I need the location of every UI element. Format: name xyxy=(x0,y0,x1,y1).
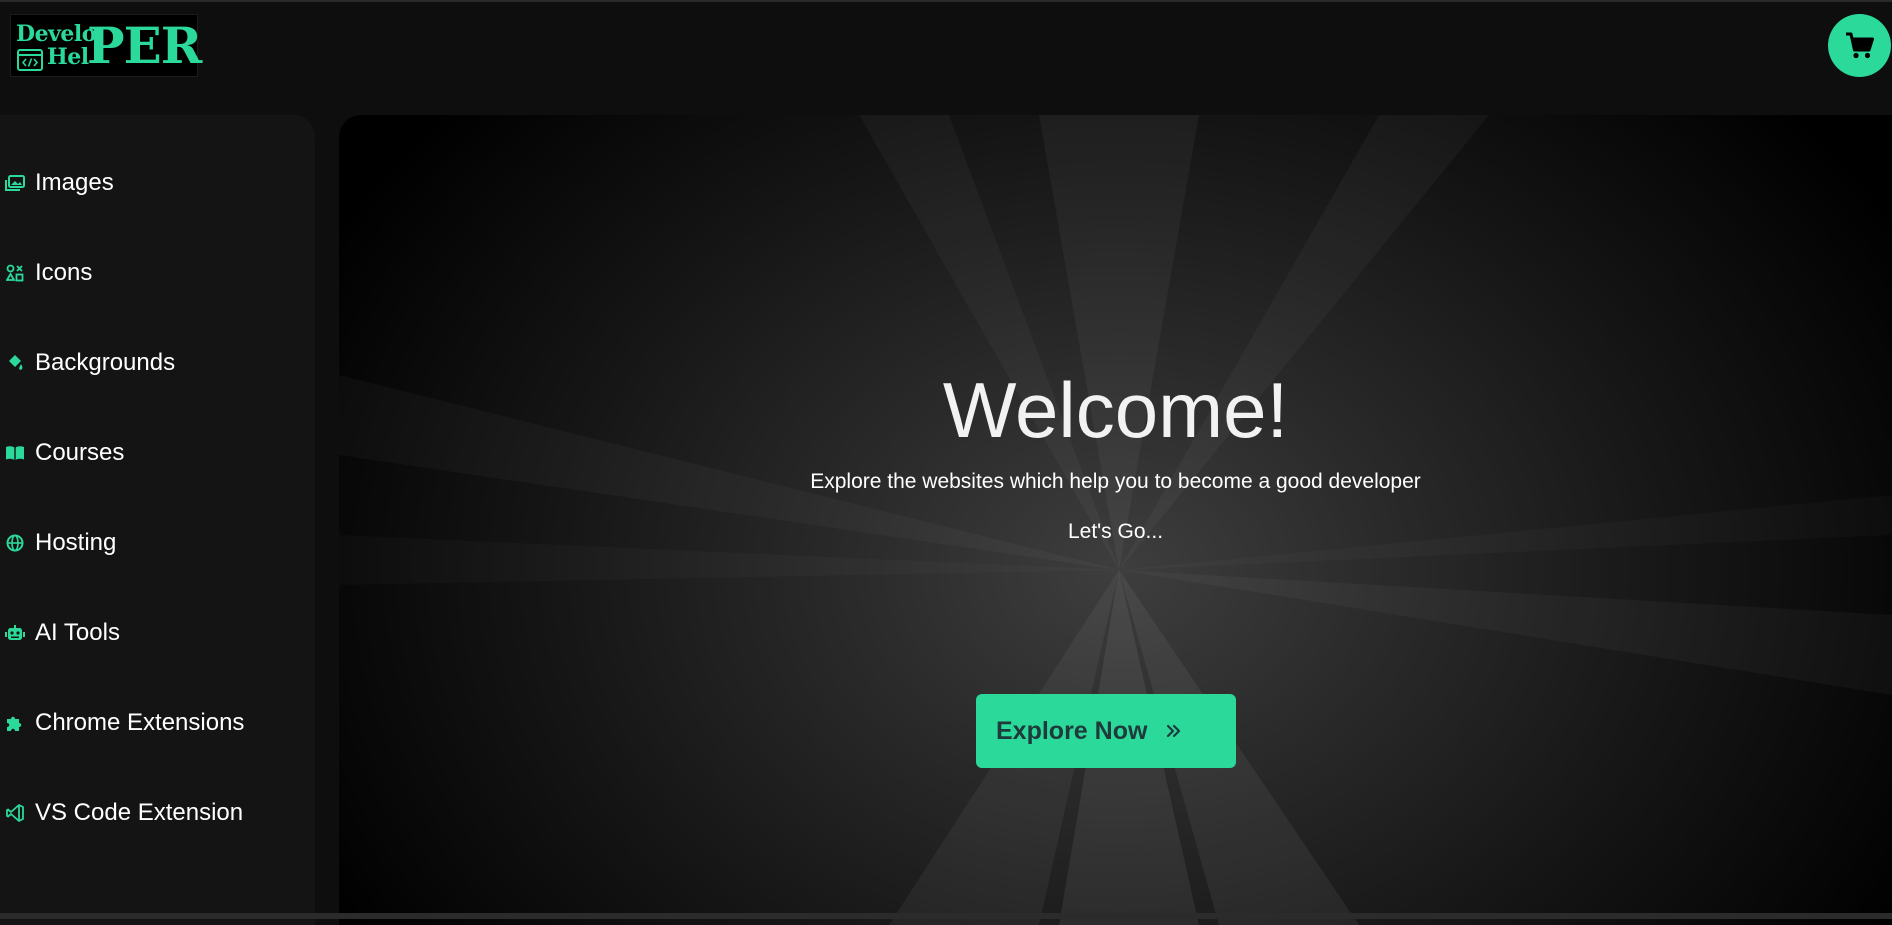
sidebar-item-ai-tools[interactable]: AI Tools xyxy=(5,613,120,653)
paint-bucket-icon xyxy=(5,353,25,373)
logo-text-big: PER xyxy=(87,16,202,75)
sidebar-item-label: Courses xyxy=(35,439,125,466)
top-bar: Develo Hel PER xyxy=(0,0,1892,110)
lets-go-text: Let's Go... xyxy=(1067,520,1164,543)
book-icon xyxy=(5,443,25,463)
developer-helper-logo[interactable]: Develo Hel PER xyxy=(10,14,202,77)
sidebar: Images Icons Backgrounds Courses Hosting… xyxy=(0,115,315,925)
code-window-icon xyxy=(17,49,43,71)
sidebar-item-label: Backgrounds xyxy=(35,349,176,376)
sidebar-item-label: Images xyxy=(35,169,114,196)
vscode-icon xyxy=(5,803,25,823)
chevrons-right-icon xyxy=(1165,722,1183,740)
sidebar-item-hosting[interactable]: Hosting xyxy=(5,523,116,563)
puzzle-icon xyxy=(5,713,25,733)
logo-text-line1: Develo xyxy=(16,21,96,47)
logo-text-line2: Hel xyxy=(47,44,89,70)
welcome-heading: Welcome! xyxy=(942,366,1289,454)
hero-subtitle: Explore the websites which help you to b… xyxy=(810,470,1421,493)
sidebar-item-vs-code-extension[interactable]: VS Code Extension xyxy=(5,793,243,833)
sidebar-item-backgrounds[interactable]: Backgrounds xyxy=(5,343,175,383)
sidebar-item-icons[interactable]: Icons xyxy=(5,253,92,293)
sidebar-item-label: Chrome Extensions xyxy=(35,709,245,736)
robot-icon xyxy=(5,623,25,643)
sidebar-item-label: AI Tools xyxy=(35,619,120,646)
cart-button[interactable] xyxy=(1828,14,1891,77)
images-icon xyxy=(5,173,25,193)
hero-panel: Welcome! Explore the websites which help… xyxy=(339,115,1892,925)
window-bottom-edge xyxy=(0,913,1892,919)
explore-now-label: Explore Now xyxy=(996,716,1148,745)
sidebar-item-chrome-extensions[interactable]: Chrome Extensions xyxy=(5,703,244,743)
explore-now-button[interactable]: Explore Now xyxy=(976,694,1236,768)
sidebar-item-courses[interactable]: Courses xyxy=(5,433,124,473)
sidebar-item-label: VS Code Extension xyxy=(35,799,244,826)
cart-icon xyxy=(1845,32,1874,58)
sidebar-item-label: Icons xyxy=(35,259,93,286)
globe-icon xyxy=(5,533,25,553)
shapes-icon xyxy=(5,263,25,283)
sidebar-item-label: Hosting xyxy=(35,529,117,556)
sidebar-item-images[interactable]: Images xyxy=(5,163,114,203)
